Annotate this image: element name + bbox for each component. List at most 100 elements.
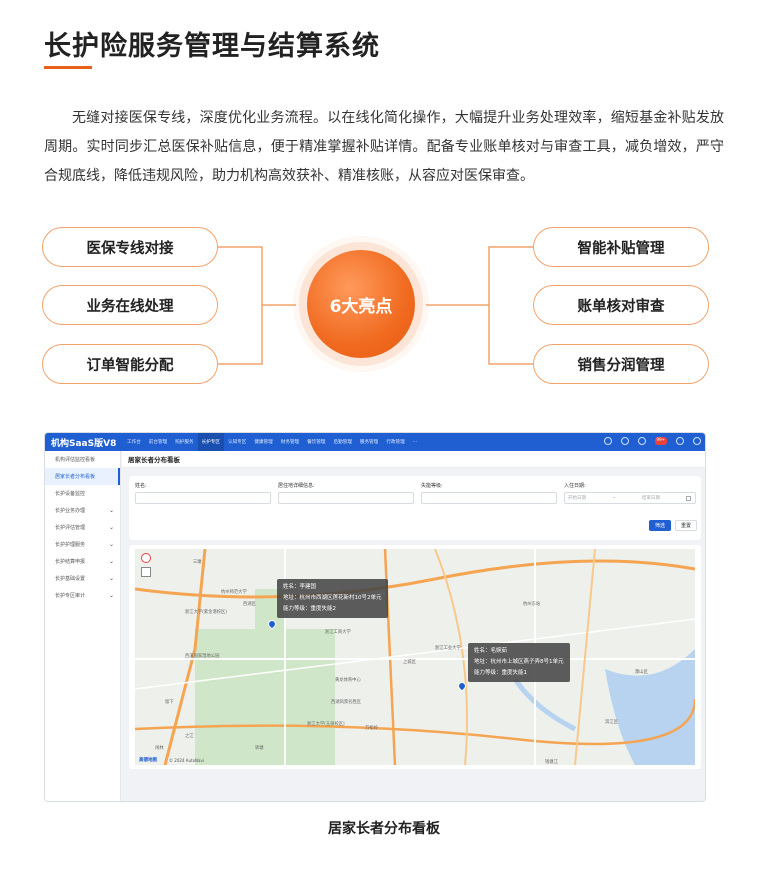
nav-menu: 工作台 前台管理 照护服务 长护专区 认知专区 健康管理 财务管理 餐饮管理 后勤管理 服务管理行… (123, 433, 421, 451)
level-select[interactable] (421, 492, 557, 504)
highlight-right-1: 智能补贴管理 (533, 227, 709, 267)
sidebar-item-label: 长护评估管理 (55, 525, 86, 531)
sidebar: 机构评估监控看板 居家长者分布看板 长护设备监控 长护业务办理 ⌄ 长护评估管理 ⌄ 长护护理… (45, 451, 121, 801)
level-label: 失能等级: (421, 483, 443, 489)
tooltip-level-label: 能力等级： (474, 670, 502, 676)
tooltip-addr-label: 地址： (283, 595, 300, 601)
sidebar-item-7[interactable]: 长护基础设置 ⌄ (45, 570, 120, 587)
map-place-label: 万松岭 (365, 726, 378, 731)
sidebar-item-2[interactable]: 长护设备监控 (45, 485, 120, 502)
date-label: 入住日期: (564, 483, 586, 489)
app-brand: 机构SaaS版V8 (51, 438, 117, 449)
map-place-label: 浙江工业大学 (435, 646, 461, 651)
reset-button[interactable]: 重置 (675, 520, 697, 531)
chevron-down-icon: ⌄ (108, 541, 114, 548)
dashboard-title: 居家长者分布看板 (122, 451, 705, 468)
address-input[interactable] (278, 492, 414, 504)
tooltip-level: 重度失能1 (501, 670, 528, 676)
tooltip-addr: 杭州市上城区燕子弄8号1单元 (490, 659, 564, 665)
filter-panel: 姓名: 居住地详细信息: 失能等级: 入住日期: 开始日期 ~ 结束日期 筛选 … (129, 476, 701, 540)
tooltip-name-label: 姓名： (474, 648, 491, 654)
settings-icon[interactable] (620, 437, 629, 445)
date-separator: ~ (612, 495, 616, 501)
nav-item-1[interactable]: 前台管理 (145, 433, 171, 451)
tooltip-level-label: 能力等级： (283, 606, 311, 612)
map-view[interactable]: 三墩西湖区浙江大学(紫金港校区)灵峰浙江工商大学西溪国家湿地公园留下闲林转塘上城… (135, 549, 695, 765)
map-place-label: 之江 (185, 734, 194, 739)
chevron-down-icon: ⌄ (108, 524, 114, 531)
name-label: 姓名: (135, 483, 147, 489)
map-place-label: 浙江大学(玉泉校区) (307, 722, 345, 727)
highlight-left-3: 订单智能分配 (42, 344, 218, 384)
nav-item-0[interactable]: 工作台 (123, 433, 145, 451)
user-avatar[interactable] (693, 437, 701, 445)
zoom-in-icon[interactable] (141, 553, 151, 563)
notification-badge[interactable]: 99+ (654, 437, 667, 445)
search-button[interactable]: 筛选 (649, 520, 671, 531)
name-input[interactable] (135, 492, 271, 504)
date-end: 结束日期 (641, 496, 660, 501)
sidebar-item-4[interactable]: 长护评估管理 ⌄ (45, 519, 120, 536)
map-place-label: 西湖区 (243, 602, 256, 607)
sidebar-item-label: 长护基础设置 (55, 576, 86, 582)
map-place-label: 杭州东站 (523, 602, 541, 607)
highlight-right-2: 账单核对审查 (533, 285, 709, 325)
nav-item-8[interactable]: 后勤管理 (330, 433, 356, 451)
nav-item-2[interactable]: 照护服务 (171, 433, 197, 451)
map-place-label: 转塘 (255, 746, 264, 751)
tooltip-level: 重度失能2 (310, 606, 337, 612)
marker-tooltip-1: 姓名：李建国 地址：杭州市西湖区莲花新村10号2单元 能力等级：重度失能2 (277, 579, 388, 618)
nav-item-5[interactable]: 健康管理 (250, 433, 276, 451)
address-label: 居住地详细信息: (278, 483, 315, 489)
map-place-label: 上城区 (403, 660, 416, 665)
map-place-label: 钱塘江 (545, 760, 558, 765)
nav-item-7[interactable]: 餐饮管理 (303, 433, 329, 451)
sidebar-item-label: 居家长者分布看板 (55, 474, 96, 480)
map-place-label: 三墩 (193, 560, 202, 565)
tooltip-addr-label: 地址： (474, 659, 491, 665)
nav-item-4[interactable]: 认知专区 (224, 433, 250, 451)
sidebar-item-3[interactable]: 长护业务办理 ⌄ (45, 502, 120, 519)
highlight-left-2: 业务在线处理 (42, 285, 218, 325)
map-place-label: 滨江区 (605, 720, 618, 725)
highlight-right-3: 销售分润管理 (533, 344, 709, 384)
sidebar-item-label: 长护设备监控 (55, 491, 86, 497)
map-place-label: 留下 (165, 700, 174, 705)
chevron-down-icon: ⌄ (108, 575, 114, 582)
search-icon[interactable] (603, 437, 612, 445)
chevron-down-icon: ⌄ (108, 507, 114, 514)
map-copyright: © 2024 AutoNavi (169, 758, 204, 763)
sidebar-item-6[interactable]: 长护结算申报 ⌄ (45, 553, 120, 570)
fullscreen-icon[interactable] (676, 437, 684, 445)
top-nav: 机构SaaS版V8 工作台 前台管理 照护服务 长护专区 认知专区 健康管理 财务管理 餐饮管… (45, 433, 705, 451)
sidebar-item-8[interactable]: 长护专区审计 ⌄ (45, 587, 120, 604)
tooltip-addr: 杭州市西湖区莲花新村10号2单元 (299, 595, 382, 601)
tooltip-name-label: 姓名： (283, 584, 300, 590)
map-place-label: 闲林 (155, 746, 164, 751)
sidebar-item-1[interactable]: 居家长者分布看板 (45, 468, 120, 485)
fullscreen-map-icon[interactable] (141, 567, 151, 577)
tooltip-name: 李建国 (299, 584, 317, 590)
nav-item-9[interactable]: 服务管理 (356, 433, 382, 451)
sidebar-item-label: 长护护理服务 (55, 542, 86, 548)
nav-item-10[interactable]: 行政管理 (382, 433, 408, 451)
app-screenshot: 机构SaaS版V8 工作台 前台管理 照护服务 长护专区 认知专区 健康管理 财务管理 餐饮管… (44, 432, 706, 802)
map-place-label: 萧山区 (635, 670, 648, 675)
nav-item-3[interactable]: 长护专区 (197, 433, 224, 451)
map-place-label: 浙江工商大学 (325, 630, 351, 635)
calendar-icon (685, 495, 691, 501)
chevron-down-icon: ⌄ (108, 592, 114, 599)
nav-item-6[interactable]: 财务管理 (277, 433, 303, 451)
sidebar-item-5[interactable]: 长护护理服务 ⌄ (45, 536, 120, 553)
sidebar-item-label: 长护业务办理 (55, 508, 86, 514)
figure-caption: 居家长者分布看板 (328, 821, 440, 837)
map-place-label: 杭州师范大学 (221, 590, 247, 595)
sidebar-item-0[interactable]: 机构评估监控看板 (45, 451, 120, 468)
map-panel: 三墩西湖区浙江大学(紫金港校区)灵峰浙江工商大学西溪国家湿地公园留下闲林转塘上城… (129, 545, 701, 769)
marker-tooltip-2: 姓名：毛婉茹 地址：杭州市上城区燕子弄8号1单元 能力等级：重度失能1 (468, 643, 570, 682)
tooltip-name: 毛婉茹 (490, 648, 508, 654)
help-icon[interactable] (637, 437, 646, 445)
nav-item-11[interactable]: ··· (409, 433, 421, 451)
nav-tools: 99+ (603, 437, 701, 445)
date-range-picker[interactable]: 开始日期 ~ 结束日期 (564, 492, 696, 504)
